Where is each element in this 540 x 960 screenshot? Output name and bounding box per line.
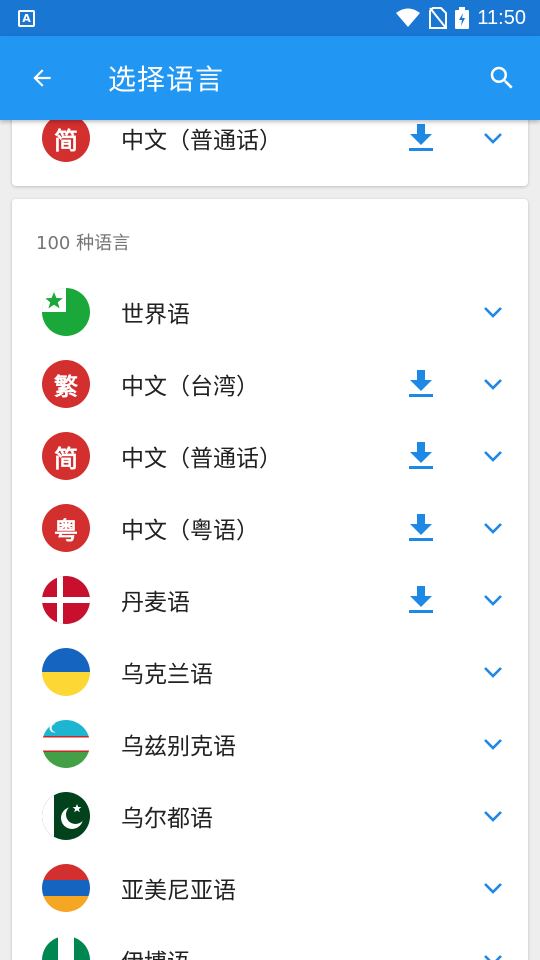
- expand-button[interactable]: [478, 510, 508, 546]
- chevron-down-icon: [484, 451, 502, 462]
- page-title: 选择语言: [108, 63, 225, 96]
- ukraine-flag-icon: [42, 648, 90, 696]
- simplified-chinese-flag-icon: 简: [42, 114, 90, 162]
- chevron-down-icon: [484, 667, 502, 678]
- app-bar: 选择语言: [0, 36, 540, 120]
- chevron-down-icon: [484, 307, 502, 318]
- simplified-chinese-flag-icon: 简: [42, 432, 90, 480]
- language-name: 中文（粤语）: [121, 518, 259, 544]
- esperanto-flag-icon: [42, 288, 90, 336]
- download-icon: [409, 442, 433, 469]
- list-item[interactable]: 乌尔都语: [12, 780, 528, 852]
- language-list-card: 100 种语言 世界语 繁 中文（台湾） 简 中文（普通话） 粤 中文（粤语） …: [12, 199, 528, 960]
- expand-button[interactable]: [478, 366, 508, 402]
- list-item[interactable]: 世界语: [12, 276, 528, 348]
- download-icon: [409, 586, 433, 613]
- chevron-down-icon: [484, 523, 502, 534]
- expand-button[interactable]: [478, 438, 508, 474]
- chevron-down-icon: [484, 379, 502, 390]
- chevron-down-icon: [484, 595, 502, 606]
- app-notification-icon: A: [18, 9, 35, 27]
- expand-button[interactable]: [478, 726, 508, 762]
- expand-button[interactable]: [478, 798, 508, 834]
- language-name: 乌克兰语: [121, 662, 213, 688]
- expand-button[interactable]: [478, 942, 508, 960]
- language-name: 乌兹别克语: [121, 734, 236, 760]
- list-item[interactable]: 丹麦语: [12, 564, 528, 636]
- download-button[interactable]: [406, 366, 436, 402]
- language-name: 中文（普通话）: [121, 128, 282, 154]
- chevron-down-icon: [484, 739, 502, 750]
- expand-button[interactable]: [478, 120, 508, 156]
- chevron-down-icon: [484, 811, 502, 822]
- search-icon: [490, 66, 513, 89]
- list-item[interactable]: 乌克兰语: [12, 636, 528, 708]
- cantonese-flag-icon: 粤: [42, 504, 90, 552]
- arrow-left-icon: [33, 69, 51, 87]
- expand-button[interactable]: [478, 582, 508, 618]
- download-button[interactable]: [406, 120, 436, 156]
- denmark-flag-icon: [42, 576, 90, 624]
- list-item[interactable]: 乌兹别克语: [12, 708, 528, 780]
- pakistan-flag-icon: [42, 792, 90, 840]
- no-sim-icon: [429, 7, 448, 29]
- chevron-down-icon: [484, 883, 502, 894]
- back-button[interactable]: [0, 36, 84, 120]
- expand-button[interactable]: [478, 654, 508, 690]
- list-item[interactable]: 简 中文（普通话）: [12, 420, 528, 492]
- nigeria-flag-icon: [42, 936, 90, 960]
- uzbekistan-flag-icon: [42, 720, 90, 768]
- download-button[interactable]: [406, 510, 436, 546]
- download-icon: [409, 124, 433, 151]
- expand-button[interactable]: [478, 294, 508, 330]
- language-name: 乌尔都语: [121, 806, 213, 832]
- download-button[interactable]: [406, 438, 436, 474]
- list-item[interactable]: 粤 中文（粤语）: [12, 492, 528, 564]
- language-name: 中文（普通话）: [121, 446, 282, 472]
- battery-charging-icon: [455, 7, 470, 29]
- armenia-flag-icon: [42, 864, 90, 912]
- language-name: 伊博语: [121, 943, 190, 960]
- list-item[interactable]: 繁 中文（台湾）: [12, 348, 528, 420]
- chevron-down-icon: [484, 955, 502, 960]
- chevron-down-icon: [484, 133, 502, 144]
- list-item[interactable]: 伊博语: [12, 924, 528, 960]
- wifi-icon: [396, 8, 421, 27]
- language-name: 世界语: [121, 302, 190, 328]
- traditional-chinese-flag-icon: 繁: [42, 360, 90, 408]
- download-icon: [409, 370, 433, 397]
- list-item[interactable]: 亚美尼亚语: [12, 852, 528, 924]
- download-icon: [409, 514, 433, 541]
- status-bar: A 11:50: [0, 0, 540, 36]
- status-time: 11:50: [477, 6, 526, 29]
- language-count-label: 100 种语言: [36, 233, 131, 254]
- expand-button[interactable]: [478, 870, 508, 906]
- language-name: 中文（台湾）: [121, 374, 259, 400]
- language-name: 亚美尼亚语: [121, 878, 236, 904]
- language-name: 丹麦语: [121, 590, 190, 616]
- search-button[interactable]: [464, 36, 540, 120]
- download-button[interactable]: [406, 582, 436, 618]
